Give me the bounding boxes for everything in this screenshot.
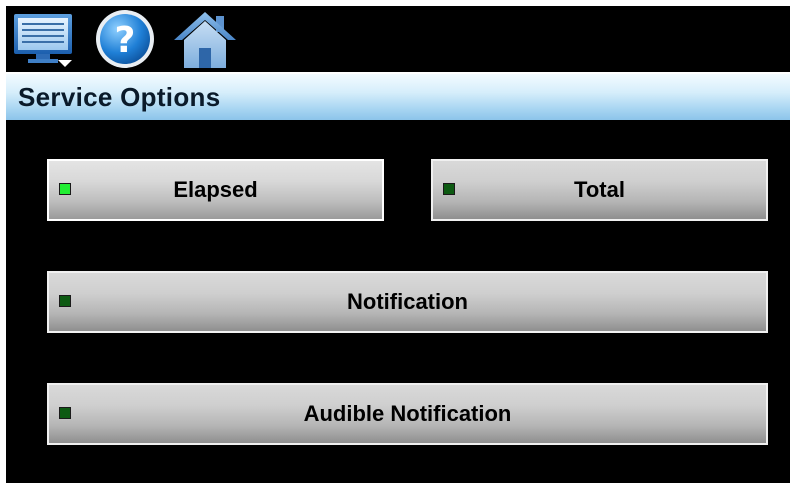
page-title: Service Options: [18, 82, 221, 112]
elapsed-label: Elapsed: [173, 177, 258, 202]
title-bar: Service Options: [6, 72, 790, 120]
elapsed-button[interactable]: Elapsed: [47, 159, 384, 221]
notification-button[interactable]: Notification: [47, 271, 768, 333]
svg-text:?: ?: [115, 20, 136, 61]
audible-notification-button[interactable]: Audible Notification: [47, 383, 768, 445]
help-icon[interactable]: ?: [94, 8, 156, 70]
notification-label: Notification: [347, 289, 468, 314]
total-label: Total: [574, 177, 625, 202]
total-button[interactable]: Total: [431, 159, 768, 221]
home-icon[interactable]: [172, 8, 238, 70]
toolbar: ?: [6, 6, 790, 70]
audible-notification-label: Audible Notification: [303, 401, 512, 426]
menu-monitor-icon[interactable]: [12, 10, 76, 68]
service-options-screen: ? Service Options Elapsed Total Notifica…: [6, 6, 790, 483]
